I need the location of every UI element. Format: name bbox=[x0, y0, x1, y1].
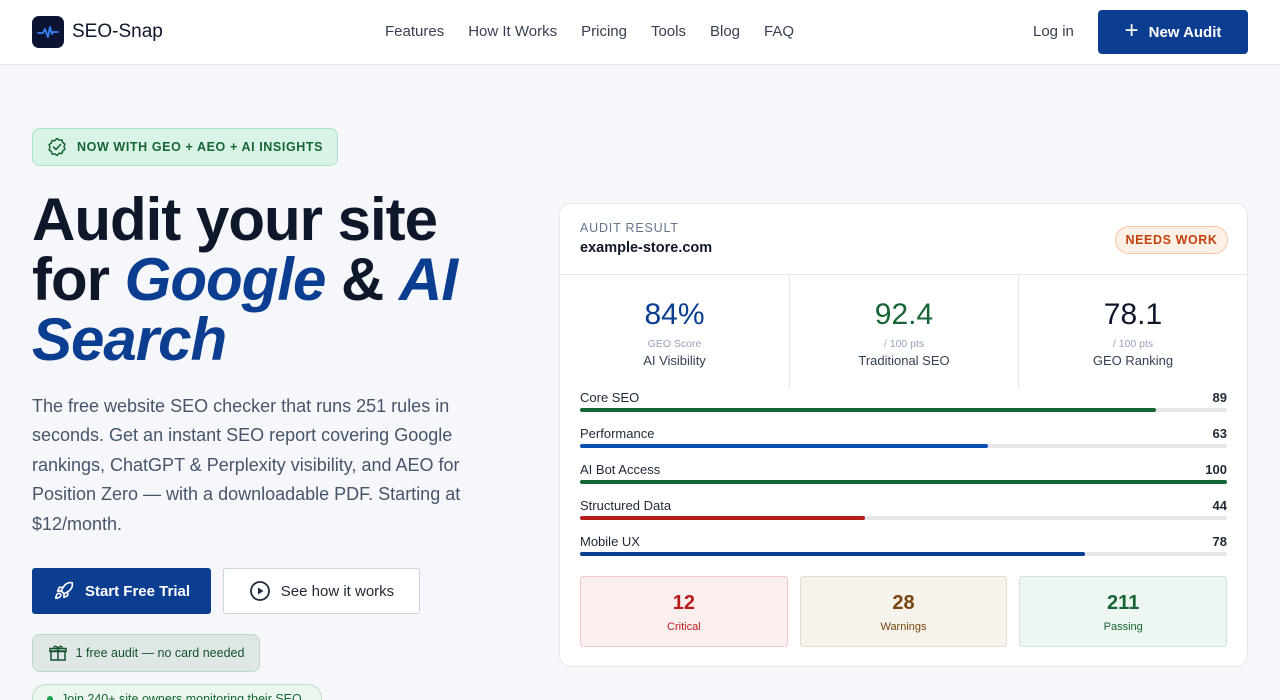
audit-domain: example-store.com bbox=[580, 240, 713, 256]
category-name: Core SEO bbox=[580, 390, 640, 405]
see-how-it-works-button[interactable]: See how it works bbox=[223, 568, 420, 614]
progress-fill bbox=[580, 480, 1227, 484]
hero-description: The free website SEO checker that runs 2… bbox=[32, 396, 461, 534]
nav-link-features[interactable]: Features bbox=[385, 23, 444, 40]
headline-line-1: Audit your site bbox=[32, 186, 438, 253]
category-name: Performance bbox=[580, 426, 655, 441]
stat-critical: 12 Critical bbox=[580, 576, 788, 647]
metric-value: 78.1 bbox=[1103, 298, 1163, 331]
category-score: 44 bbox=[1212, 498, 1227, 513]
headline-google: Google bbox=[124, 246, 327, 313]
nav-link-faq[interactable]: FAQ bbox=[764, 23, 794, 40]
category-score: 63 bbox=[1212, 426, 1227, 441]
category-name: AI Bot Access bbox=[580, 462, 661, 477]
stat-passing: 211 Passing bbox=[1019, 576, 1228, 647]
metric-value: 84% bbox=[644, 298, 705, 331]
category-score: 100 bbox=[1205, 462, 1227, 477]
issue-summary: 12 Critical 28 Warnings 211 Passing bbox=[580, 576, 1228, 647]
progress-track bbox=[580, 516, 1227, 520]
category-row: Core SEO 89 bbox=[580, 390, 1227, 426]
metric-label: GEO Ranking bbox=[1092, 353, 1174, 368]
category-scores: Core SEO 89 Performance 63 AI Bot Access 100 S… bbox=[580, 390, 1227, 570]
metric-value: 92.4 bbox=[874, 298, 934, 331]
metric-sub: GEO Score bbox=[647, 338, 702, 350]
play-circle-icon bbox=[249, 581, 270, 601]
start-free-trial-button[interactable]: Start Free Trial bbox=[32, 568, 211, 614]
top-nav: SEO-Snap Features How It Works Pricing T… bbox=[0, 0, 1280, 65]
hero-headline: Audit your site for Google & AI Search bbox=[32, 190, 458, 373]
login-link[interactable]: Log in bbox=[1033, 23, 1074, 40]
headline-for: for bbox=[32, 246, 110, 313]
category-row: Mobile UX 78 bbox=[580, 534, 1227, 570]
rocket-icon bbox=[54, 581, 74, 600]
headline-amp: & bbox=[341, 246, 384, 313]
plus-icon: + bbox=[1124, 17, 1139, 44]
free-audit-pill: 1 free audit — no card needed bbox=[32, 634, 260, 672]
nav-link-blog[interactable]: Blog bbox=[710, 23, 740, 40]
category-name: Mobile UX bbox=[580, 534, 640, 549]
metric-label: Traditional SEO bbox=[858, 353, 950, 368]
category-row: Performance 63 bbox=[580, 426, 1227, 462]
nav-link-pricing[interactable]: Pricing bbox=[581, 23, 627, 40]
stat-label: Critical bbox=[667, 621, 701, 633]
progress-track bbox=[580, 408, 1227, 412]
category-score: 78 bbox=[1212, 534, 1227, 549]
headline-ai: AI bbox=[399, 246, 458, 313]
progress-fill bbox=[580, 444, 988, 448]
see-how-it-works-label: See how it works bbox=[280, 582, 395, 600]
score-metrics: 84% GEO Score AI Visibility 92.4 / 100 p… bbox=[560, 276, 1247, 388]
brand-logo[interactable]: SEO-Snap bbox=[32, 16, 163, 48]
metric-ai-visibility: 84% GEO Score AI Visibility bbox=[560, 276, 789, 388]
status-badge: NEEDS WORK bbox=[1115, 226, 1228, 254]
metric-traditional-seo: 92.4 / 100 pts Traditional SEO bbox=[789, 276, 1018, 388]
category-row: Structured Data 44 bbox=[580, 498, 1227, 534]
free-audit-text: 1 free audit — no card needed bbox=[75, 646, 245, 660]
category-name: Structured Data bbox=[580, 498, 672, 513]
progress-fill bbox=[580, 408, 1156, 412]
audit-result-label: AUDIT RESULT bbox=[580, 221, 679, 235]
progress-track bbox=[580, 444, 1227, 448]
status-dot bbox=[47, 696, 53, 700]
gift-icon bbox=[48, 645, 67, 661]
metric-sub: / 100 pts bbox=[883, 338, 925, 350]
start-free-trial-label: Start Free Trial bbox=[84, 582, 191, 600]
social-proof-pill: Join 240+ site owners monitoring their S… bbox=[32, 684, 322, 700]
pulse-icon bbox=[32, 16, 64, 48]
stat-warnings: 28 Warnings bbox=[799, 576, 1008, 647]
audit-result-card: AUDIT RESULT example-store.com NEEDS WOR… bbox=[559, 203, 1248, 667]
category-score: 89 bbox=[1212, 390, 1227, 405]
progress-track bbox=[580, 480, 1227, 484]
progress-track bbox=[580, 552, 1227, 556]
brand-name: SEO-Snap bbox=[72, 21, 163, 42]
progress-fill bbox=[580, 552, 1085, 556]
metric-sub: / 100 pts bbox=[1112, 338, 1154, 350]
main-nav: Features How It Works Pricing Tools Blog… bbox=[385, 23, 794, 40]
feature-badge: NOW WITH GEO + AEO + AI INSIGHTS bbox=[32, 128, 339, 166]
nav-link-how-it-works[interactable]: How It Works bbox=[468, 23, 557, 40]
audit-card-header: AUDIT RESULT example-store.com NEEDS WOR… bbox=[560, 204, 1247, 275]
stat-label: Passing bbox=[1103, 621, 1143, 633]
new-audit-label: New Audit bbox=[1148, 23, 1222, 41]
verified-check-icon bbox=[48, 137, 66, 157]
progress-fill bbox=[580, 516, 865, 520]
headline-search: Search bbox=[32, 306, 227, 373]
feature-badge-text: NOW WITH GEO + AEO + AI INSIGHTS bbox=[77, 140, 324, 154]
stat-count: 28 bbox=[892, 592, 915, 614]
stat-count: 211 bbox=[1107, 592, 1140, 614]
nav-link-tools[interactable]: Tools bbox=[651, 23, 686, 40]
social-proof-text: Join 240+ site owners monitoring their S… bbox=[61, 692, 302, 700]
category-row: AI Bot Access 100 bbox=[580, 462, 1227, 498]
stat-count: 12 bbox=[672, 592, 695, 614]
new-audit-button[interactable]: + New Audit bbox=[1098, 10, 1248, 54]
metric-geo-ranking: 78.1 / 100 pts GEO Ranking bbox=[1018, 276, 1247, 388]
metric-label: AI Visibility bbox=[643, 353, 706, 368]
stat-label: Warnings bbox=[880, 621, 927, 633]
